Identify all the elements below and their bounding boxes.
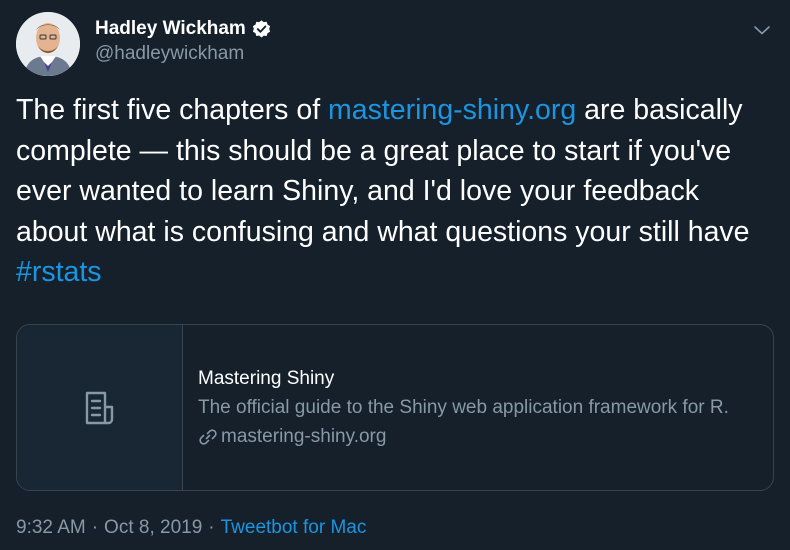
document-icon	[81, 389, 119, 427]
tweet-link[interactable]: mastering-shiny.org	[328, 94, 576, 126]
hashtag-link[interactable]: #rstats	[16, 256, 102, 288]
verified-badge-icon	[251, 19, 272, 40]
card-thumbnail	[17, 325, 183, 490]
display-name[interactable]: Hadley Wickham	[95, 18, 246, 40]
link-icon	[198, 427, 218, 447]
card-text: Mastering Shiny The official guide to th…	[183, 325, 729, 490]
tweet-text: The first five chapters of mastering-shi…	[16, 90, 776, 293]
chevron-down-icon[interactable]	[750, 18, 774, 42]
card-domain-text: mastering-shiny.org	[221, 426, 387, 447]
card-title: Mastering Shiny	[198, 368, 335, 389]
card-description: The official guide to the Shiny web appl…	[198, 397, 729, 418]
tweet-text-part-1: The first five chapters of	[16, 94, 329, 126]
tweet-meta: 9:32 AM · Oct 8, 2019 · Tweetbot for Mac	[16, 517, 366, 539]
meta-separator: ·	[208, 517, 215, 538]
handle[interactable]: @hadleywickham	[95, 43, 272, 65]
tweet-header: Hadley Wickham @hadleywickham	[16, 12, 774, 76]
tweet-time[interactable]: 9:32 AM	[16, 517, 86, 539]
tweet-date[interactable]: Oct 8, 2019	[104, 517, 202, 539]
tweet-source-link[interactable]: Tweetbot for Mac	[221, 517, 367, 539]
tweet: Hadley Wickham @hadleywickham The first …	[0, 0, 790, 550]
avatar-image	[16, 12, 80, 76]
avatar[interactable]	[16, 12, 80, 76]
author-info: Hadley Wickham @hadleywickham	[95, 16, 272, 65]
name-row: Hadley Wickham	[95, 16, 272, 42]
card-domain: mastering-shiny.org	[198, 422, 729, 451]
link-preview-card[interactable]: Mastering Shiny The official guide to th…	[16, 324, 774, 491]
meta-separator: ·	[91, 517, 99, 538]
